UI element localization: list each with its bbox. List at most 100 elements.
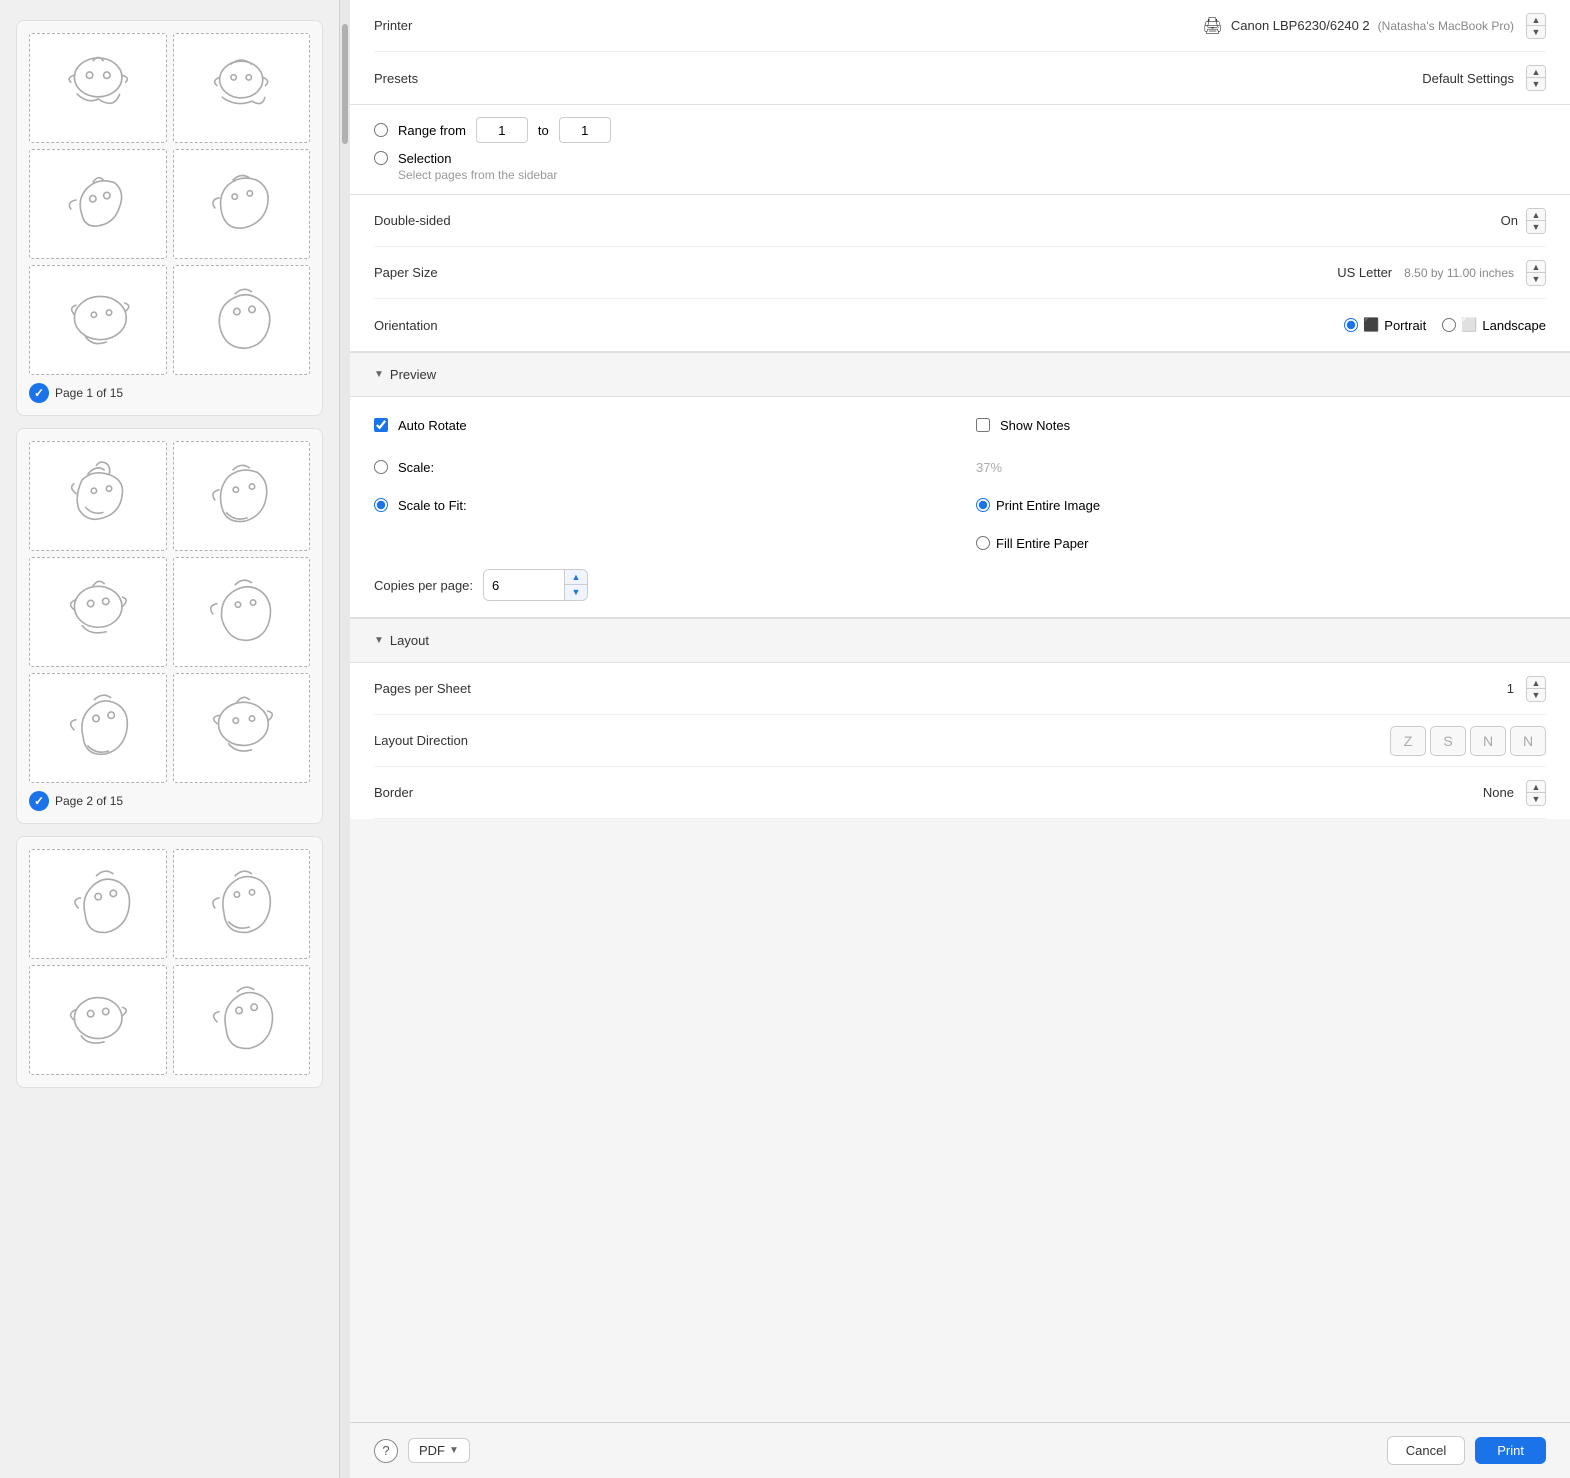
paper-size-down[interactable]: ▼: [1527, 273, 1545, 285]
double-sided-text: On: [1501, 213, 1518, 228]
thumbnail-1-6[interactable]: [173, 265, 311, 375]
main-settings-section: Double-sided On ▲ ▼ Paper Size US Letter…: [350, 195, 1570, 352]
landscape-radio[interactable]: [1442, 318, 1456, 332]
pages-per-sheet-value: 1 ▲ ▼: [1507, 676, 1546, 702]
paper-size-stepper[interactable]: ▲ ▼: [1526, 260, 1546, 286]
fill-entire-paper-radio[interactable]: [976, 536, 990, 550]
direction-btn-3[interactable]: N: [1470, 726, 1506, 756]
double-sided-up[interactable]: ▲: [1527, 209, 1545, 221]
print-entire-image-option[interactable]: Print Entire Image: [976, 489, 1100, 521]
print-button[interactable]: Print: [1475, 1437, 1546, 1464]
page-sidebar[interactable]: Page 1 of 15: [0, 0, 340, 1478]
help-button[interactable]: ?: [374, 1439, 398, 1463]
thumbnail-3-1[interactable]: [29, 849, 167, 959]
printer-icon: 🖨: [1203, 16, 1223, 36]
thumbnail-2-5[interactable]: [29, 673, 167, 783]
scale-to-fit-radio[interactable]: [374, 498, 388, 512]
printer-stepper-up[interactable]: ▲: [1527, 14, 1545, 26]
presets-stepper-up[interactable]: ▲: [1527, 66, 1545, 78]
range-to-label: to: [538, 123, 549, 138]
thumbnail-1-2[interactable]: [173, 33, 311, 143]
range-from-input[interactable]: [476, 117, 528, 143]
page-1-label: Page 1 of 15: [29, 383, 310, 403]
presets-text: Default Settings: [1422, 71, 1514, 86]
double-sided-row: Double-sided On ▲ ▼: [374, 195, 1546, 247]
presets-stepper-down[interactable]: ▼: [1527, 78, 1545, 90]
thumbnail-3-4[interactable]: [173, 965, 311, 1075]
thumbnail-1-4[interactable]: [173, 149, 311, 259]
direction-btn-2[interactable]: S: [1430, 726, 1466, 756]
orientation-options: ⬛ Portrait ⬜ Landscape: [1344, 317, 1546, 333]
range-radio[interactable]: [374, 123, 388, 137]
show-notes-label: Show Notes: [1000, 418, 1070, 433]
thumbnail-2-1[interactable]: [29, 441, 167, 551]
scroll-thumb[interactable]: [342, 24, 348, 144]
copies-stepper-down[interactable]: ▼: [565, 585, 587, 600]
thumbnail-1-3[interactable]: [29, 149, 167, 259]
border-stepper[interactable]: ▲ ▼: [1526, 780, 1546, 806]
copies-stepper-up[interactable]: ▲: [565, 570, 587, 585]
settings-panel: Printer 🖨 Canon LBP6230/6240 2 (Natasha'…: [350, 0, 1570, 1478]
border-stepper-down[interactable]: ▼: [1527, 793, 1545, 805]
pdf-button[interactable]: PDF ▼: [408, 1438, 470, 1463]
copies-stepper[interactable]: ▲ ▼: [564, 570, 587, 600]
auto-rotate-checkbox[interactable]: [374, 418, 388, 432]
scale-radio[interactable]: [374, 460, 388, 474]
cancel-button[interactable]: Cancel: [1387, 1436, 1465, 1465]
scale-to-fit-label: Scale to Fit:: [398, 498, 467, 513]
thumbnail-2-3[interactable]: [29, 557, 167, 667]
thumbnail-3-2[interactable]: [173, 849, 311, 959]
direction-btn-4[interactable]: N: [1510, 726, 1546, 756]
copies-per-page-input[interactable]: [484, 570, 564, 600]
scale-value: 37%: [976, 460, 1002, 475]
portrait-radio[interactable]: [1344, 318, 1358, 332]
layout-header[interactable]: ▼ Layout: [350, 618, 1570, 663]
show-notes-checkbox[interactable]: [976, 418, 990, 432]
portrait-option[interactable]: ⬛ Portrait: [1344, 317, 1426, 333]
range-to-input[interactable]: [559, 117, 611, 143]
pages-per-sheet-down[interactable]: ▼: [1527, 689, 1545, 701]
double-sided-down[interactable]: ▼: [1527, 221, 1545, 233]
thumbnail-2-4[interactable]: [173, 557, 311, 667]
thumbnail-2-6[interactable]: [173, 673, 311, 783]
landscape-option[interactable]: ⬜ Landscape: [1442, 317, 1546, 333]
pages-per-sheet-stepper[interactable]: ▲ ▼: [1526, 676, 1546, 702]
selection-radio[interactable]: [374, 151, 388, 165]
pages-per-sheet-label: Pages per Sheet: [374, 681, 471, 696]
direction-btn-1[interactable]: Z: [1390, 726, 1426, 756]
border-stepper-up[interactable]: ▲: [1527, 781, 1545, 793]
printer-stepper-down[interactable]: ▼: [1527, 26, 1545, 38]
page-group-2: Page 2 of 15: [16, 428, 323, 824]
pages-per-sheet-row: Pages per Sheet 1 ▲ ▼: [374, 663, 1546, 715]
fill-entire-paper-option[interactable]: Fill Entire Paper: [976, 527, 1088, 559]
printer-stepper[interactable]: ▲ ▼: [1526, 13, 1546, 39]
orientation-label: Orientation: [374, 318, 438, 333]
scale-row: Scale:: [374, 451, 944, 483]
paper-size-up[interactable]: ▲: [1527, 261, 1545, 273]
thumbnail-2-2[interactable]: [173, 441, 311, 551]
presets-stepper[interactable]: ▲ ▼: [1526, 65, 1546, 91]
preview-content: Auto Rotate Scale: Scale to Fit:: [350, 397, 1570, 618]
bottom-left-controls: ? PDF ▼: [374, 1438, 470, 1463]
border-row: Border None ▲ ▼: [374, 767, 1546, 819]
pages-per-sheet-up[interactable]: ▲: [1527, 677, 1545, 689]
show-notes-row: Show Notes: [976, 409, 1546, 441]
print-entire-image-radio[interactable]: [976, 498, 990, 512]
orientation-row: Orientation ⬛ Portrait ⬜ Landscape: [374, 299, 1546, 351]
paper-size-label: Paper Size: [374, 265, 438, 280]
sidebar-scrollbar[interactable]: [340, 0, 350, 1478]
thumbnail-1-5[interactable]: [29, 265, 167, 375]
range-section: Range from to Selection Select pages fro…: [350, 105, 1570, 195]
layout-chevron: ▼: [374, 635, 384, 646]
preview-header[interactable]: ▼ Preview: [350, 352, 1570, 397]
portrait-icon: ⬛: [1363, 317, 1379, 333]
thumbnail-1-1[interactable]: [29, 33, 167, 143]
range-row: Range from to: [374, 117, 1546, 143]
thumbnail-3-3[interactable]: [29, 965, 167, 1075]
double-sided-stepper[interactable]: ▲ ▼: [1526, 208, 1546, 234]
copies-per-page-row: Copies per page: ▲ ▼: [374, 569, 1546, 601]
printer-name: Canon LBP6230/6240 2: [1231, 18, 1370, 33]
page-2-label: Page 2 of 15: [29, 791, 310, 811]
pdf-chevron-icon: ▼: [449, 1445, 459, 1456]
printer-section: Printer 🖨 Canon LBP6230/6240 2 (Natasha'…: [350, 0, 1570, 105]
